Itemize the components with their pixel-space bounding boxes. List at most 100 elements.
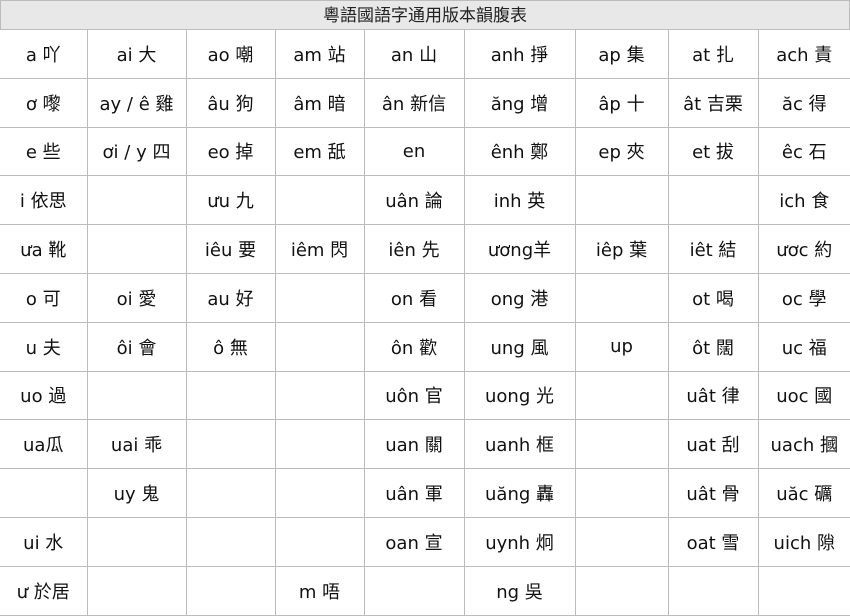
rhyme-entry: uynh 炯 <box>485 532 554 554</box>
table-cell: uy 鬼 <box>86 468 187 518</box>
table-cell: uach 摑 <box>757 419 850 470</box>
rhyme-entry: ot 喝 <box>692 288 734 310</box>
rhyme-entry: iêu 要 <box>204 240 257 262</box>
rhyme-entry: ach 責 <box>776 44 833 66</box>
table-cell: en <box>363 126 465 177</box>
rhyme-entry: ưu 九 <box>207 191 254 213</box>
table-row: i 依思 ưu 九 uân 論 inh 英 ich 食 <box>0 175 850 226</box>
table-row: ua瓜 uai 乖 uan 關 uanh 框 uat 刮 uach 摑 <box>0 419 850 470</box>
rhyme-entry: o 可 <box>25 288 61 310</box>
table-cell <box>274 419 365 470</box>
rhyme-entry: ôn 歡 <box>390 337 438 359</box>
table-cell <box>574 419 669 470</box>
table-cell: uoc 國 <box>757 370 850 421</box>
rhyme-entry: anh 掙 <box>490 44 549 66</box>
rhyme-entry: ưa 靴 <box>20 240 67 262</box>
table-cell <box>667 175 759 226</box>
rhyme-entry: ep 夾 <box>598 142 645 164</box>
table-cell: eo 掉 <box>185 126 276 177</box>
table-cell: ô 無 <box>185 321 276 372</box>
table-cell: ich 食 <box>757 175 850 226</box>
table-cell: uich 隙 <box>757 516 850 567</box>
rhyme-entry: uach 摑 <box>770 435 838 457</box>
table-cell: e 些 <box>0 126 88 177</box>
rhyme-entry: âm 暗 <box>293 93 346 115</box>
rhyme-entry: ât 吉栗 <box>683 93 743 115</box>
rhyme-entry: inh 英 <box>493 191 546 213</box>
table-row: uy 鬼 uân 軍 uăng 轟 uât 骨 uăc 礪 <box>0 468 850 518</box>
table-row: u 夫 ôi 會 ô 無 ôn 歡 ung 風 up ôt 闊 uc 福 <box>0 321 850 372</box>
table-cell: oan 宣 <box>363 516 465 567</box>
table-cell: uăng 轟 <box>463 468 576 518</box>
table-cell: on 看 <box>363 272 465 323</box>
rhyme-entry: âu 狗 <box>207 93 254 115</box>
table-cell: o 可 <box>0 272 88 323</box>
rhyme-entry: en <box>402 140 426 162</box>
table-cell <box>363 565 465 616</box>
table-cell: oc 學 <box>757 272 850 323</box>
rhyme-entry: uan 關 <box>385 435 443 457</box>
rhyme-entry: ao 嘲 <box>207 44 254 66</box>
table-cell: au 好 <box>185 272 276 323</box>
table-cell: uân 論 <box>363 175 465 226</box>
rhyme-entry: ăc 得 <box>781 93 827 115</box>
table-cell: ôt 闊 <box>667 321 759 372</box>
table-row: ư 於居 m 唔 ng 吳 <box>0 565 850 616</box>
rhyme-entry: ơ 嚟 <box>25 93 61 115</box>
table-cell: i 依思 <box>0 175 88 226</box>
table-cell: ơi / y 四 <box>86 126 187 177</box>
rhyme-entry: iêm 閃 <box>290 240 349 262</box>
table-cell: ay / ê 雞 <box>86 77 187 128</box>
table-cell <box>574 370 669 421</box>
table-cell: an 山 <box>363 30 465 79</box>
table-cell <box>274 321 365 372</box>
table-cell: ương羊 <box>463 224 576 274</box>
table-cell: ôi 會 <box>86 321 187 372</box>
table-cell: ênh 鄭 <box>463 126 576 177</box>
table-cell: uo 過 <box>0 370 88 421</box>
table-cell: ui 水 <box>0 516 88 567</box>
rhyme-entry: uong 光 <box>485 386 554 408</box>
rhyme-entry: uo 過 <box>20 386 67 408</box>
table-row: ơ 嚟 ay / ê 雞 âu 狗 âm 暗 ân 新信 ăng 增 âp 十 ât 吉栗 ăc… <box>0 77 850 128</box>
table-cell <box>574 468 669 518</box>
table-cell: ơ 嚟 <box>0 77 88 128</box>
table-cell: ot 喝 <box>667 272 759 323</box>
rhyme-entry: i 依思 <box>19 191 67 213</box>
rhyme-entry: ô 無 <box>213 337 248 359</box>
rhyme-entry: a 吖 <box>25 44 61 66</box>
table-cell: ap 集 <box>574 30 669 79</box>
rhyme-entry: uoc 國 <box>776 386 833 408</box>
table-cell: uai 乖 <box>86 419 187 470</box>
table-row: ưa 靴 iêu 要 iêm 閃 iên 先 ương羊 iêp 葉 iêt 結 ươc 約 <box>0 224 850 274</box>
table-cell: am 站 <box>274 30 365 79</box>
rhyme-entry: uôn 官 <box>385 386 443 408</box>
rhyme-entry: oan 宣 <box>385 532 443 554</box>
rhyme-entry: iêp 葉 <box>595 240 648 262</box>
table-cell: ăc 得 <box>757 77 850 128</box>
rhyme-entry: et 拔 <box>692 142 734 164</box>
table-cell: a 吖 <box>0 30 88 79</box>
table-cell: ao 嘲 <box>185 30 276 79</box>
rhyme-entry: uai 乖 <box>110 435 163 457</box>
rhyme-entry: eo 掉 <box>207 142 254 164</box>
rhyme-entry: ich 食 <box>779 191 830 213</box>
table-cell: ưu 九 <box>185 175 276 226</box>
table-cell: em 舐 <box>274 126 365 177</box>
rhyme-entry: ênh 鄭 <box>490 142 549 164</box>
rhyme-entry: ươc 約 <box>776 240 833 262</box>
rhyme-entry: oat 雪 <box>686 532 740 554</box>
table-row: ui 水 oan 宣 uynh 炯 oat 雪 uich 隙 <box>0 516 850 567</box>
rhyme-entry: uat 刮 <box>686 435 740 457</box>
rhyme-chart: 粵語國語字通用版本韻腹表 a 吖 ai 大 ao 嘲 am 站 an 山 anh 掙 ap … <box>0 0 850 616</box>
rhyme-entry: ua瓜 <box>23 435 64 457</box>
rhyme-entry: oc 學 <box>781 288 827 310</box>
table-cell: ưa 靴 <box>0 224 88 274</box>
table-cell: uan 關 <box>363 419 465 470</box>
rhyme-entry: m 唔 <box>298 581 341 603</box>
rhyme-entry: uanh 框 <box>485 435 554 457</box>
table-cell <box>185 370 276 421</box>
table-cell: ai 大 <box>86 30 187 79</box>
table-cell: iêt 結 <box>667 224 759 274</box>
table-row: o 可 oi 愛 au 好 on 看 ong 港 ot 喝 oc 學 <box>0 272 850 323</box>
